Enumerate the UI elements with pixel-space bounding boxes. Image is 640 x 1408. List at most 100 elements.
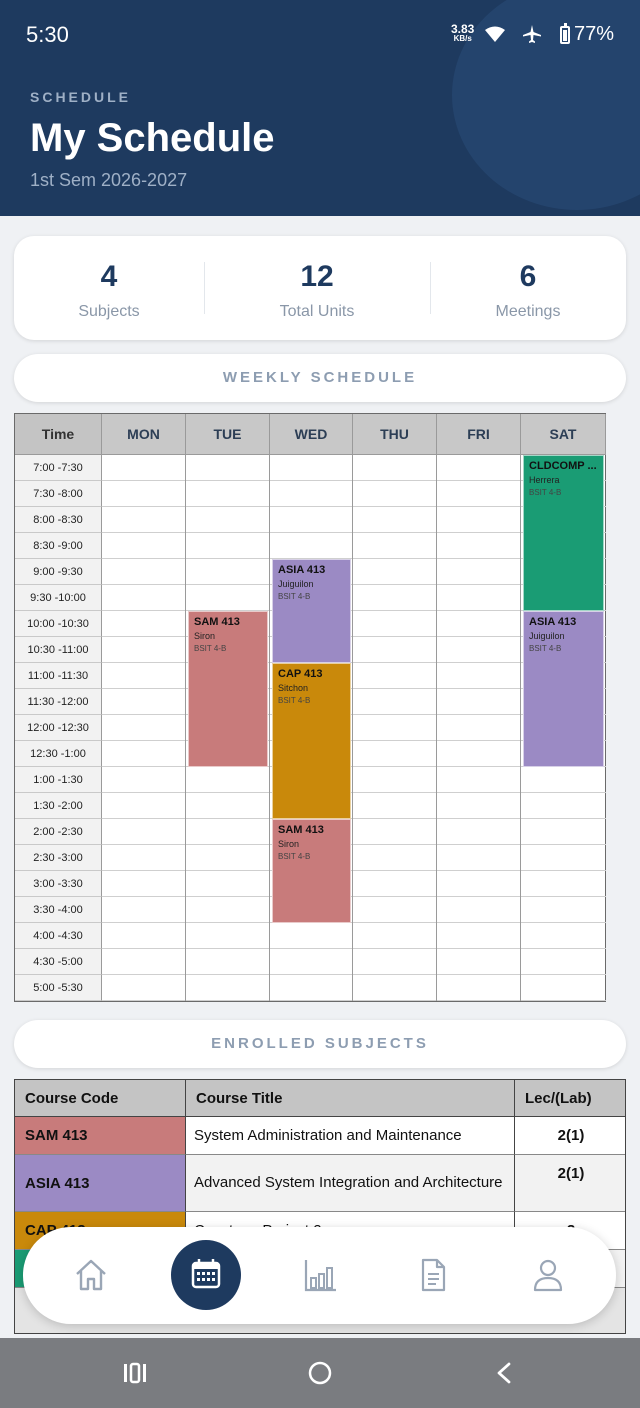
time-slot-label: 10:00 -10:30 bbox=[15, 611, 102, 637]
stat-label: Meetings bbox=[495, 303, 561, 320]
section-eyebrow: SCHEDULE bbox=[30, 89, 132, 105]
nav-stats[interactable] bbox=[299, 1252, 343, 1298]
event-course-code: SAM 413 bbox=[194, 616, 240, 628]
schedule-event[interactable]: SAM 413 Siron BSIT 4-B bbox=[272, 819, 351, 923]
event-instructor: Juiguilon bbox=[529, 631, 565, 641]
grid-row-line bbox=[102, 974, 606, 975]
event-section: BSIT 4-B bbox=[529, 644, 562, 653]
back-icon[interactable] bbox=[494, 1361, 514, 1385]
time-slot-label: 12:00 -12:30 bbox=[15, 715, 102, 741]
status-time: 5:30 bbox=[26, 22, 69, 47]
weekly-schedule-grid: Time MON TUE WED THU FRI SAT 7:00 -7:30 7:30 -8… bbox=[14, 413, 606, 1002]
time-slot-label: 3:00 -3:30 bbox=[15, 871, 102, 897]
semester-label: 1st Sem 2026-2027 bbox=[30, 170, 188, 190]
nav-documents[interactable] bbox=[411, 1252, 455, 1298]
day-header-wed: WED bbox=[270, 414, 353, 455]
event-instructor: Juiguilon bbox=[278, 579, 314, 589]
course-title-cell: Advanced System Integration and Architec… bbox=[186, 1155, 515, 1212]
course-title-cell: System Administration and Maintenance bbox=[186, 1117, 515, 1155]
stat-label: Total Units bbox=[279, 303, 355, 320]
time-slot-label: 12:30 -1:00 bbox=[15, 741, 102, 767]
time-slot-label: 9:30 -10:00 bbox=[15, 585, 102, 611]
schedule-event[interactable]: SAM 413 Siron BSIT 4-B bbox=[188, 611, 268, 767]
nav-home[interactable] bbox=[69, 1252, 113, 1298]
time-column-header: Time bbox=[15, 414, 102, 455]
schedule-event[interactable]: ASIA 413 Juiguilon BSIT 4-B bbox=[272, 559, 351, 663]
stats-card: 4 Subjects 12 Total Units 6 Meetings bbox=[14, 236, 626, 340]
status-bar: 5:30 3.83 KB/s 77% bbox=[0, 0, 640, 72]
nav-schedule[interactable] bbox=[171, 1240, 241, 1310]
schedule-event[interactable]: ASIA 413 Juiguilon BSIT 4-B bbox=[523, 611, 604, 767]
time-slot-label: 7:00 -7:30 bbox=[15, 455, 102, 481]
time-slot-label: 1:00 -1:30 bbox=[15, 767, 102, 793]
day-header-tue: TUE bbox=[186, 414, 270, 455]
time-slot-label: 11:00 -11:30 bbox=[15, 663, 102, 689]
stat-meetings: 6 Meetings bbox=[430, 236, 626, 340]
grid-row-line bbox=[102, 1000, 606, 1001]
event-section: BSIT 4-B bbox=[278, 852, 311, 861]
course-code-cell: SAM 413 bbox=[15, 1117, 186, 1155]
grid-row-line bbox=[102, 896, 606, 897]
day-header-mon: MON bbox=[102, 414, 186, 455]
time-slot-label: 1:30 -2:00 bbox=[15, 793, 102, 819]
schedule-event[interactable]: CAP 413 Sitchon BSIT 4-B bbox=[272, 663, 351, 819]
grid-row-line bbox=[102, 818, 606, 819]
time-slot-label: 2:30 -3:00 bbox=[15, 845, 102, 871]
course-code-cell: ASIA 413 bbox=[15, 1155, 186, 1212]
event-course-code: ASIA 413 bbox=[529, 616, 577, 628]
course-units-cell: 2(1) bbox=[515, 1117, 625, 1155]
event-course-code: ASIA 413 bbox=[278, 564, 326, 576]
system-navigation-bar bbox=[0, 1338, 640, 1408]
nav-profile[interactable] bbox=[526, 1252, 570, 1298]
day-header-thu: THU bbox=[353, 414, 437, 455]
battery-icon bbox=[560, 23, 570, 44]
time-slot-label: 11:30 -12:00 bbox=[15, 689, 102, 715]
day-header-fri: FRI bbox=[437, 414, 521, 455]
time-slot-label: 4:30 -5:00 bbox=[15, 949, 102, 975]
time-slot-label: 5:00 -5:30 bbox=[15, 975, 102, 1001]
time-slot-label: 3:30 -4:00 bbox=[15, 897, 102, 923]
grid-column-line bbox=[269, 455, 270, 1001]
event-section: BSIT 4-B bbox=[278, 592, 311, 601]
event-course-code: CAP 413 bbox=[278, 668, 323, 680]
time-slot-label: 2:00 -2:30 bbox=[15, 819, 102, 845]
event-section: BSIT 4-B bbox=[278, 696, 311, 705]
grid-row-line bbox=[102, 792, 606, 793]
grid-column-line bbox=[185, 455, 186, 1001]
grid-row-line bbox=[102, 922, 606, 923]
grid-column-line bbox=[436, 455, 437, 1001]
stat-value: 4 bbox=[100, 260, 118, 293]
page-title: My Schedule bbox=[30, 116, 275, 160]
time-slot-label: 4:00 -4:30 bbox=[15, 923, 102, 949]
grid-row-line bbox=[102, 948, 606, 949]
event-section: BSIT 4-B bbox=[529, 488, 562, 497]
network-speed: 3.83 KB/s bbox=[451, 23, 474, 44]
event-course-code: SAM 413 bbox=[278, 824, 324, 836]
battery-level: 77% bbox=[574, 23, 615, 45]
course-units-cell: 2(1) bbox=[515, 1155, 625, 1212]
bottom-navigation bbox=[23, 1227, 616, 1324]
recent-apps-icon[interactable] bbox=[122, 1362, 148, 1384]
time-slot-label: 8:00 -8:30 bbox=[15, 507, 102, 533]
event-instructor: Siron bbox=[278, 839, 300, 849]
stat-subjects: 4 Subjects bbox=[14, 236, 204, 340]
column-header-code: Course Code bbox=[15, 1080, 186, 1117]
time-slot-label: 7:30 -8:00 bbox=[15, 481, 102, 507]
weekly-schedule-heading: WEEKLY SCHEDULE bbox=[14, 354, 626, 402]
event-section: BSIT 4-B bbox=[194, 644, 227, 653]
grid-column-line bbox=[352, 455, 353, 1001]
event-instructor: Siron bbox=[194, 631, 216, 641]
grid-column-line bbox=[520, 455, 521, 1001]
stat-units: 12 Total Units bbox=[204, 236, 430, 340]
column-header-title: Course Title bbox=[186, 1080, 515, 1117]
schedule-event[interactable]: CLDCOMP ... Herrera BSIT 4-B bbox=[523, 455, 604, 611]
enrolled-subjects-heading: ENROLLED SUBJECTS bbox=[14, 1020, 626, 1068]
home-button-icon[interactable] bbox=[307, 1360, 333, 1386]
column-header-units: Lec/(Lab) bbox=[515, 1080, 625, 1117]
profile-icon bbox=[533, 1259, 563, 1292]
stat-value: 12 bbox=[300, 260, 334, 293]
network-speed-unit: KB/s bbox=[453, 34, 472, 43]
calendar-icon bbox=[191, 1259, 221, 1289]
app-header: 5:30 3.83 KB/s 77% SCHEDULE My Schedule … bbox=[0, 0, 640, 216]
time-slot-label: 9:00 -9:30 bbox=[15, 559, 102, 585]
